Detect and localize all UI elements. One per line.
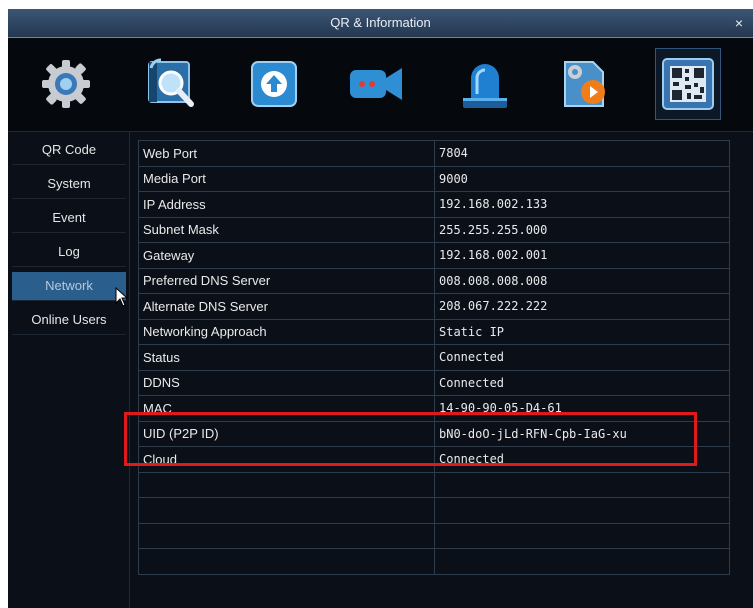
- row-label: Web Port: [138, 140, 435, 167]
- backup-upload-icon: [251, 61, 297, 107]
- row-value: [434, 497, 730, 524]
- row-value: 7804: [434, 140, 730, 167]
- row-label: DDNS: [138, 369, 435, 396]
- row-value: Connected: [434, 446, 730, 473]
- qr-information-icon: [662, 58, 714, 110]
- sidebar: QR Code System Event Log Network Online …: [8, 132, 128, 608]
- row-label: [138, 522, 435, 549]
- table-row: [138, 471, 730, 498]
- row-label: Cloud: [138, 446, 435, 473]
- row-label: MAC: [138, 395, 435, 422]
- row-value: [434, 548, 730, 575]
- row-label: Status: [138, 344, 435, 371]
- row-value: [434, 471, 730, 498]
- toolbar-backup-button[interactable]: [244, 54, 304, 114]
- row-label: Media Port: [138, 165, 435, 192]
- table-row: Alternate DNS Server 208.067.222.222: [138, 293, 730, 320]
- table-row: Preferred DNS Server 008.008.008.008: [138, 267, 730, 294]
- table-row: DDNS Connected: [138, 369, 730, 396]
- sidebar-item-qr-code[interactable]: QR Code: [12, 136, 126, 165]
- sidebar-item-network[interactable]: Network: [12, 272, 126, 301]
- row-label: IP Address: [138, 191, 435, 218]
- window-title: QR & Information: [330, 15, 431, 30]
- sidebar-item-log[interactable]: Log: [12, 238, 126, 267]
- row-label: Preferred DNS Server: [138, 267, 435, 294]
- search-playback-icon: [148, 58, 194, 107]
- table-row: Networking Approach Static IP: [138, 318, 730, 345]
- toolbar-record-button[interactable]: [346, 54, 406, 114]
- row-value: 255.255.255.000: [434, 216, 730, 243]
- row-label: [138, 471, 435, 498]
- row-value: [434, 522, 730, 549]
- network-info-table: Web Port 7804 Media Port 9000 IP Address 192.…: [138, 140, 730, 575]
- table-row: IP Address 192.168.002.133: [138, 191, 730, 218]
- table-row: Media Port 9000: [138, 165, 730, 192]
- row-label: [138, 548, 435, 575]
- row-value: Connected: [434, 369, 730, 396]
- row-value: Static IP: [434, 318, 730, 345]
- row-value: 192.168.002.133: [434, 191, 730, 218]
- table-row: Gateway 192.168.002.001: [138, 242, 730, 269]
- row-value: bN0-doO-jLd-RFN-Cpb-IaG-xu: [434, 420, 730, 447]
- table-row: [138, 548, 730, 575]
- toolbar-advanced-button[interactable]: [555, 54, 615, 114]
- table-row: Cloud Connected: [138, 446, 730, 473]
- qr-information-window: QR & Information × QR Code System Event …: [8, 9, 753, 608]
- sidebar-item-system[interactable]: System: [12, 170, 126, 199]
- row-label: Alternate DNS Server: [138, 293, 435, 320]
- title-bar: QR & Information ×: [8, 9, 753, 38]
- row-label: Subnet Mask: [138, 216, 435, 243]
- camera-record-icon: [350, 68, 402, 100]
- row-label: UID (P2P ID): [138, 420, 435, 447]
- table-row: [138, 497, 730, 524]
- table-row: Web Port 7804: [138, 140, 730, 167]
- table-row: MAC 14-90-90-05-D4-61: [138, 395, 730, 422]
- row-value: 008.008.008.008: [434, 267, 730, 294]
- table-row: [138, 522, 730, 549]
- sidebar-item-online-users[interactable]: Online Users: [12, 306, 126, 335]
- alarm-siren-icon: [463, 64, 507, 108]
- toolbar-settings-button[interactable]: [36, 54, 96, 114]
- main-toolbar: [8, 38, 753, 132]
- close-button[interactable]: ×: [729, 9, 749, 37]
- row-label: [138, 497, 435, 524]
- toolbar-alarm-button[interactable]: [455, 54, 515, 114]
- row-value: 208.067.222.222: [434, 293, 730, 320]
- row-value: Connected: [434, 344, 730, 371]
- table-row: Status Connected: [138, 344, 730, 371]
- settings-gear-icon: [42, 60, 90, 108]
- toolbar-search-button[interactable]: [141, 54, 201, 114]
- row-value: 14-90-90-05-D4-61: [434, 395, 730, 422]
- row-label: Gateway: [138, 242, 435, 269]
- mouse-cursor-icon: [115, 287, 129, 307]
- table-row: Subnet Mask 255.255.255.000: [138, 216, 730, 243]
- sidebar-item-event[interactable]: Event: [12, 204, 126, 233]
- table-row: UID (P2P ID) bN0-doO-jLd-RFN-Cpb-IaG-xu: [138, 420, 730, 447]
- row-value: 9000: [434, 165, 730, 192]
- toolbar-qr-info-button[interactable]: [655, 48, 721, 120]
- row-value: 192.168.002.001: [434, 242, 730, 269]
- advanced-settings-icon: [564, 61, 605, 107]
- row-label: Networking Approach: [138, 318, 435, 345]
- network-info-panel: Web Port 7804 Media Port 9000 IP Address 192.…: [130, 132, 753, 608]
